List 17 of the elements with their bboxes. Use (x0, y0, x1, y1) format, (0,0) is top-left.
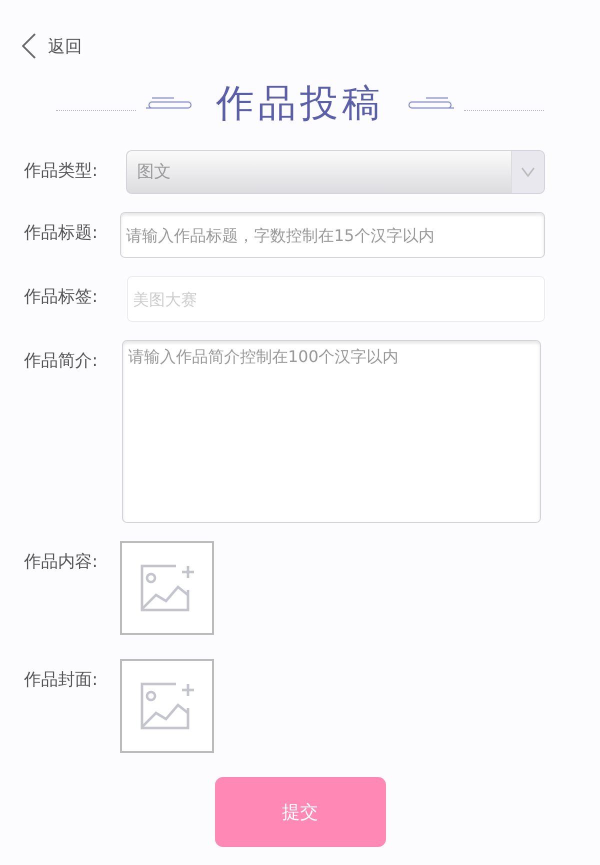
description-field[interactable]: 请输入作品简介控制在100个汉字以内 (122, 340, 541, 523)
field-label: 作品标题: (24, 222, 99, 245)
add-image-icon (138, 563, 196, 613)
add-image-icon (138, 681, 196, 731)
image-upload-button[interactable] (120, 541, 214, 635)
submit-button[interactable]: 提交 (214, 777, 386, 847)
back-link[interactable]: 返回 (22, 33, 82, 59)
type-select[interactable]: 图文 (126, 150, 545, 194)
field-label: 作品类型: (24, 160, 99, 183)
page-title: 作品投稿 (216, 80, 384, 126)
input-field[interactable]: 请输入作品标题，字数控制在15个汉字以内 (120, 212, 545, 258)
back-icon (22, 33, 36, 59)
field-label: 作品封面: (24, 669, 99, 692)
field-label: 作品标签: (24, 286, 99, 309)
field-label: 作品内容: (24, 551, 99, 574)
image-upload-button[interactable] (120, 659, 214, 753)
field-label: 作品简介: (24, 350, 99, 373)
